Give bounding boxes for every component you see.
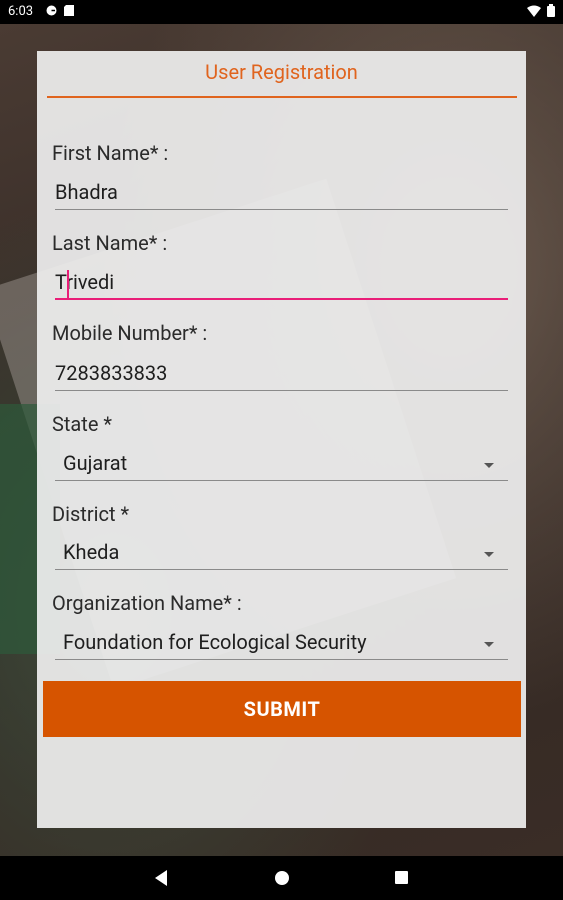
- home-icon[interactable]: [275, 871, 289, 885]
- last-name-input[interactable]: Trivedi: [55, 270, 508, 300]
- first-name-label: First Name* :: [52, 141, 169, 165]
- sd-card-icon: [64, 5, 75, 16]
- google-icon: [46, 5, 57, 16]
- district-select[interactable]: Kheda: [55, 540, 508, 570]
- dropdown-arrow-icon: [484, 463, 494, 468]
- status-bar: 6:03: [0, 0, 563, 24]
- first-name-value: Bhadra: [55, 180, 118, 204]
- battery-icon: [547, 4, 555, 21]
- mobile-number-label: Mobile Number* :: [52, 321, 208, 345]
- last-name-label: Last Name* :: [52, 231, 168, 255]
- district-label: District *: [52, 502, 130, 526]
- status-time: 6:03: [8, 4, 34, 19]
- organization-value: Foundation for Ecological Security: [63, 630, 367, 654]
- submit-button[interactable]: SUBMIT: [43, 681, 521, 737]
- dropdown-arrow-icon: [484, 642, 494, 647]
- back-icon[interactable]: [155, 870, 167, 886]
- state-select[interactable]: Gujarat: [55, 451, 508, 481]
- organization-label: Organization Name* :: [52, 591, 242, 615]
- state-value: Gujarat: [63, 451, 128, 475]
- wifi-icon: [527, 5, 541, 21]
- last-name-value: Trivedi: [55, 270, 115, 294]
- title-divider: [47, 96, 517, 98]
- page-title: User Registration: [205, 60, 358, 84]
- dropdown-arrow-icon: [484, 552, 494, 557]
- navigation-bar: [0, 856, 563, 900]
- text-cursor: [67, 270, 69, 298]
- district-value: Kheda: [63, 540, 120, 564]
- first-name-input[interactable]: Bhadra: [55, 180, 508, 210]
- recents-icon[interactable]: [395, 871, 408, 884]
- state-label: State *: [52, 412, 113, 436]
- organization-select[interactable]: Foundation for Ecological Security: [55, 630, 508, 660]
- mobile-number-input[interactable]: 7283833833: [55, 361, 508, 391]
- mobile-number-value: 7283833833: [55, 361, 168, 385]
